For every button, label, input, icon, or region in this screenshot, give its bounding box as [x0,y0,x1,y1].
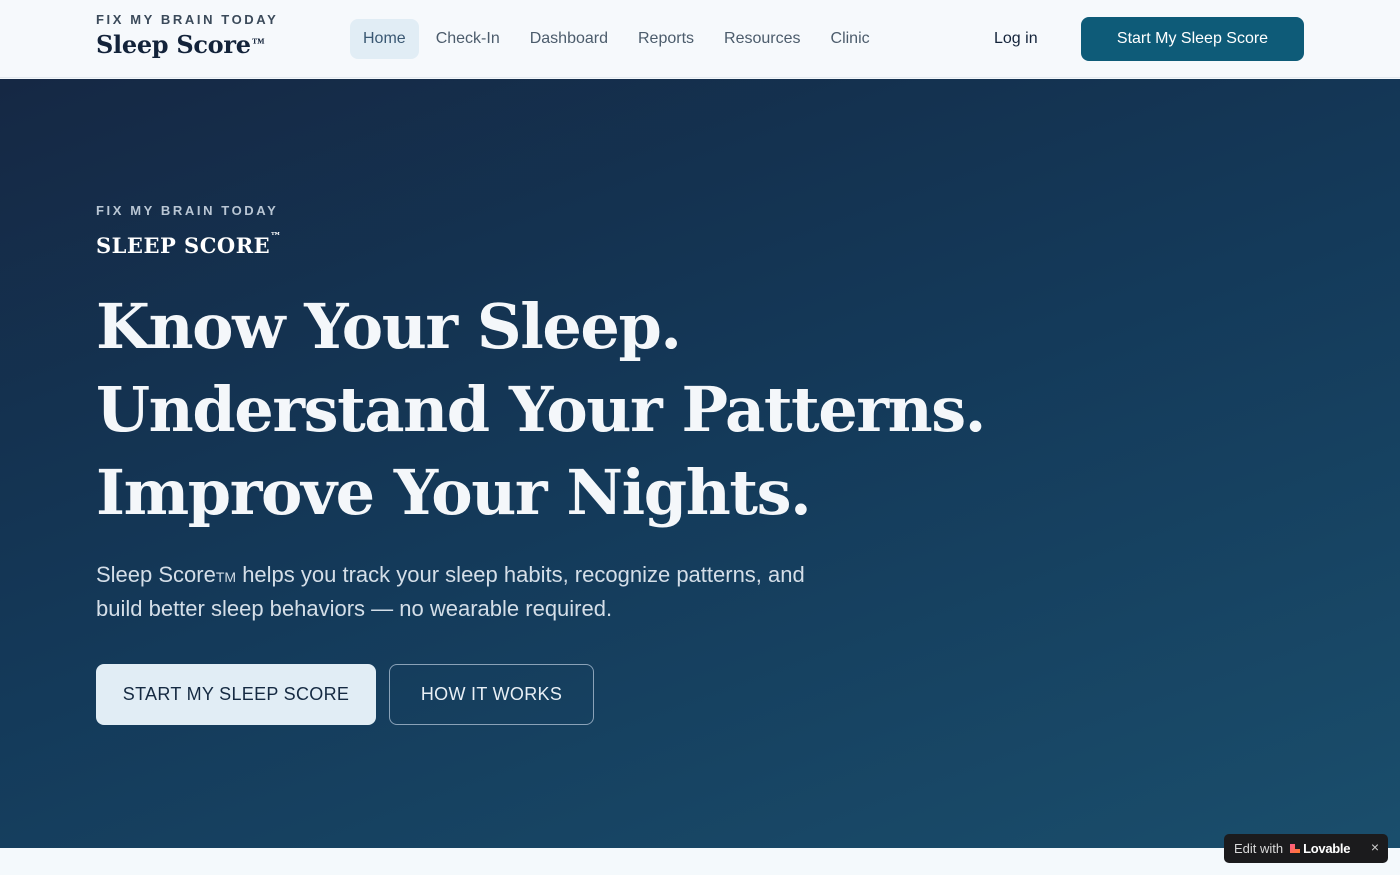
brand-trademark: ™ [251,35,265,50]
main-nav: Home Check-In Dashboard Reports Resource… [350,19,887,59]
start-sleep-score-button[interactable]: Start My Sleep Score [1081,17,1304,61]
hero-title: Know Your Sleep. Understand Your Pattern… [96,290,986,529]
nav-item-clinic[interactable]: Clinic [818,19,883,59]
brand-logo[interactable]: FIX MY BRAIN TODAY Sleep Score™ [96,12,278,60]
nav-item-resources[interactable]: Resources [711,19,813,59]
nav-item-home[interactable]: Home [350,19,419,59]
nav-item-check-in[interactable]: Check-In [423,19,513,59]
hero-brand: SLEEP SCORE™ [96,230,282,258]
badge-prefix: Edit with [1234,841,1284,856]
hero-eyebrow: FIX MY BRAIN TODAY [96,203,279,218]
hero-subtitle-trademark: TM [215,569,237,585]
brand-eyebrow: FIX MY BRAIN TODAY [96,12,279,27]
hero-brand-text: SLEEP SCORE [96,233,271,258]
how-it-works-button[interactable]: HOW IT WORKS [389,664,594,725]
nav-item-reports[interactable]: Reports [625,19,707,59]
site-header: FIX MY BRAIN TODAY Sleep Score™ Home Che… [0,0,1400,78]
hero-start-button[interactable]: START MY SLEEP SCORE [96,664,376,725]
brand-name-text: Sleep Score [96,30,251,59]
hero-brand-trademark: ™ [270,230,282,243]
hero-section: FIX MY BRAIN TODAY SLEEP SCORE™ Know You… [0,79,1400,848]
badge-brand: Lovable [1303,841,1351,856]
brand-name: Sleep Score™ [96,30,278,60]
hero-subtitle: Sleep ScoreTM helps you track your sleep… [96,559,856,624]
hero-subtitle-brand: Sleep Score [96,562,216,587]
next-section-edge [0,848,1400,875]
close-icon[interactable]: × [1371,839,1379,855]
nav-item-dashboard[interactable]: Dashboard [517,19,621,59]
edit-with-lovable-badge[interactable]: Edit with Lovable × [1224,834,1388,863]
login-link[interactable]: Log in [994,19,1038,59]
lovable-heart-icon [1290,844,1301,853]
